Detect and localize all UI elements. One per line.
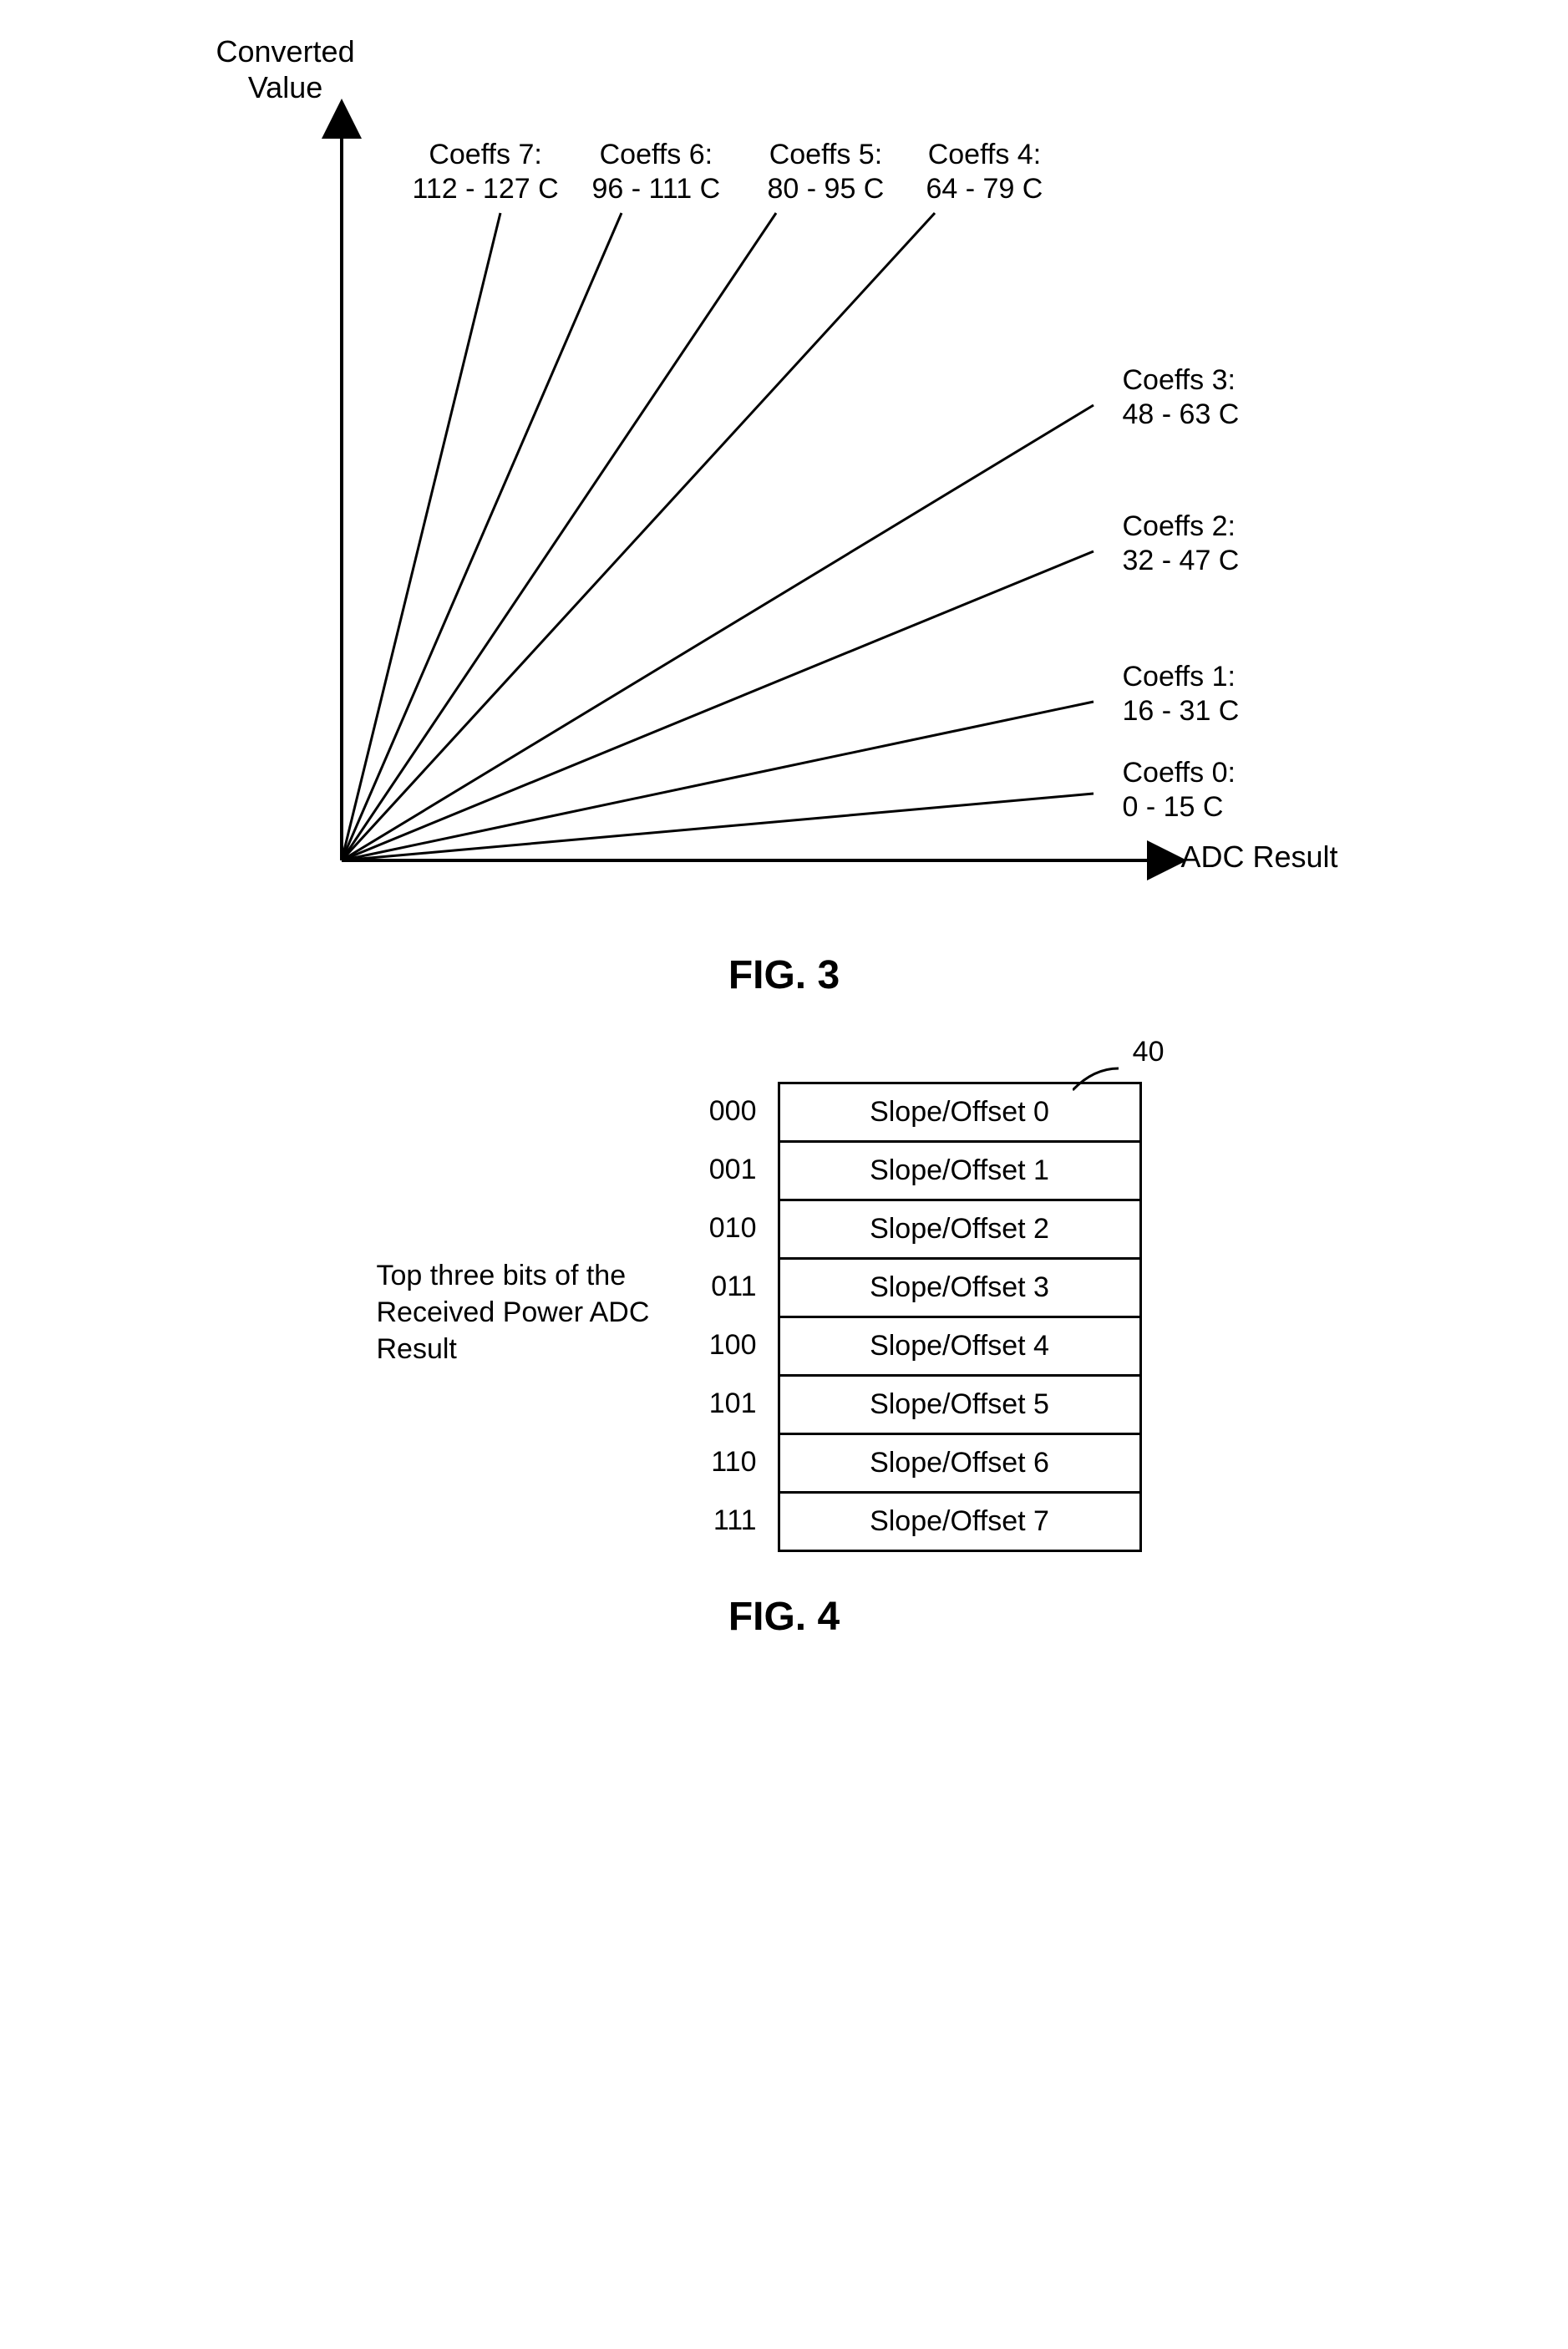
bit-label-6: 110 xyxy=(677,1433,778,1491)
coeff-range: 32 - 47 C xyxy=(1123,545,1240,576)
coeff-range: 112 - 127 C xyxy=(413,173,559,205)
bit-label-5: 101 xyxy=(677,1374,778,1433)
coeff-7-label: Coeffs 7: 112 - 127 C xyxy=(413,138,559,206)
coeff-name: Coeffs 6: xyxy=(600,139,713,170)
coeff-range: 0 - 15 C xyxy=(1123,791,1224,823)
fig3-caption: FIG. 3 xyxy=(200,952,1369,998)
coeff-4-label: Coeffs 4: 64 - 79 C xyxy=(926,138,1043,206)
table-row: Slope/Offset 1 xyxy=(780,1140,1139,1199)
coeff-name: Coeffs 3: xyxy=(1123,364,1236,396)
coeff-name: Coeffs 7: xyxy=(429,139,541,170)
table-row: Slope/Offset 5 xyxy=(780,1374,1139,1433)
coeff-range: 64 - 79 C xyxy=(926,173,1043,205)
figure-4: Top three bits of the Received Power ADC… xyxy=(200,1065,1369,1640)
coeff-3-label: Coeffs 3: 48 - 63 C xyxy=(1123,363,1240,432)
coeff-range: 16 - 31 C xyxy=(1123,695,1240,727)
bit-label-2: 010 xyxy=(677,1199,778,1257)
ref-40-leader xyxy=(1073,1067,1123,1092)
figure-3: Converted Value xyxy=(200,33,1369,998)
chart3: Converted Value xyxy=(200,33,1369,911)
bit-label-7: 111 xyxy=(677,1491,778,1550)
ref-40: 40 xyxy=(1133,1036,1165,1068)
coeff-range: 80 - 95 C xyxy=(768,173,885,205)
coeff-6-label: Coeffs 6: 96 - 111 C xyxy=(592,138,721,206)
bit-label-1: 001 xyxy=(677,1140,778,1199)
coeff-range: 48 - 63 C xyxy=(1123,398,1240,430)
coeff-name: Coeffs 2: xyxy=(1123,510,1236,542)
coeff-2-label: Coeffs 2: 32 - 47 C xyxy=(1123,510,1240,578)
fig4-desc: Top three bits of the Received Power ADC… xyxy=(377,1257,711,1368)
table-row: Slope/Offset 7 xyxy=(780,1491,1139,1550)
coeff-0-label: Coeffs 0: 0 - 15 C xyxy=(1123,756,1236,824)
coeff-name: Coeffs 1: xyxy=(1123,661,1236,693)
table-row: Slope/Offset 4 xyxy=(780,1316,1139,1374)
coeff-range: 96 - 111 C xyxy=(592,173,721,205)
fig4-left: Top three bits of the Received Power ADC… xyxy=(427,1065,778,1550)
coeff-name: Coeffs 0: xyxy=(1123,757,1236,789)
fig4-table: 40 Slope/Offset 0 Slope/Offset 1 Slope/O… xyxy=(778,1082,1142,1552)
coeff-name: Coeffs 5: xyxy=(769,139,882,170)
fig4-body: Top three bits of the Received Power ADC… xyxy=(325,1065,1244,1552)
x-axis-label: ADC Result xyxy=(1181,840,1338,875)
table-row: Slope/Offset 3 xyxy=(780,1257,1139,1316)
coeff-1-label: Coeffs 1: 16 - 31 C xyxy=(1123,660,1240,728)
bit-label-0: 000 xyxy=(677,1082,778,1140)
coeff-name: Coeffs 4: xyxy=(928,139,1041,170)
fig4-caption: FIG. 4 xyxy=(200,1594,1369,1640)
table-row: Slope/Offset 6 xyxy=(780,1433,1139,1491)
table-row: Slope/Offset 2 xyxy=(780,1199,1139,1257)
coeff-5-label: Coeffs 5: 80 - 95 C xyxy=(768,138,885,206)
